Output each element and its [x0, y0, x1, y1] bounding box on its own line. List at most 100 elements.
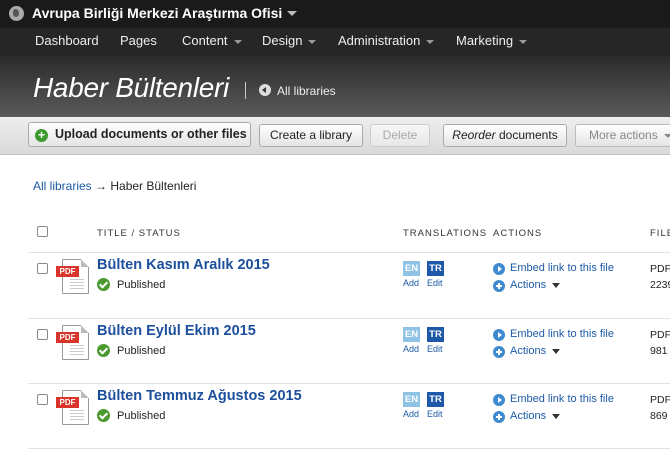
actions-label: Actions: [510, 279, 547, 291]
file-size: 869: [650, 410, 668, 422]
nav-administration[interactable]: Administration: [338, 33, 435, 48]
translation-add-link[interactable]: Add: [403, 344, 419, 354]
plus-circle-icon: [493, 411, 505, 423]
breadcrumb-separator: →: [91, 179, 111, 193]
file-type: PDF: [650, 394, 670, 406]
nav-content[interactable]: Content: [182, 33, 242, 48]
page-banner: Haber Bültenleri All libraries: [0, 56, 670, 117]
embed-link[interactable]: Embed link to this file: [510, 393, 614, 405]
pdf-badge: PDF: [56, 332, 79, 343]
file-type: PDF: [650, 263, 670, 275]
chevron-down-icon: [552, 282, 561, 288]
translation-edit-link[interactable]: Edit: [427, 278, 443, 288]
file-type: PDF: [650, 329, 670, 341]
file-lines: [70, 410, 84, 421]
table-row: PDF Bülten Eylül Ekim 2015 Published EN …: [0, 319, 670, 384]
select-all-checkbox[interactable]: [37, 226, 48, 237]
arrow-right-circle-icon: [493, 329, 505, 341]
status-label: Published: [117, 410, 166, 422]
nav-design[interactable]: Design: [262, 33, 317, 48]
pdf-file-icon: PDF: [56, 325, 89, 360]
embed-link[interactable]: Embed link to this file: [510, 328, 614, 340]
lang-en-badge[interactable]: EN: [403, 392, 420, 407]
more-actions-button[interactable]: More actions: [575, 124, 670, 147]
plus-circle-icon: [493, 280, 505, 292]
chevron-down-icon: [308, 39, 317, 44]
reorder-label-em: Reorder: [452, 128, 496, 142]
nav-pages[interactable]: Pages: [120, 33, 157, 48]
embed-link[interactable]: Embed link to this file: [510, 262, 614, 274]
actions-label: Actions: [510, 410, 547, 422]
arrow-right-circle-icon: [493, 263, 505, 275]
chevron-down-icon: [663, 133, 670, 138]
actions-menu[interactable]: Actions: [510, 279, 561, 291]
lang-tr-badge[interactable]: TR: [427, 327, 444, 342]
breadcrumb-root-link[interactable]: All libraries: [33, 179, 92, 193]
nav-label: Dashboard: [35, 33, 99, 48]
chevron-down-icon: [552, 413, 561, 419]
row-checkbox[interactable]: [37, 329, 48, 340]
chevron-down-icon: [552, 348, 561, 354]
nav-marketing[interactable]: Marketing: [456, 33, 528, 48]
plus-icon: +: [35, 129, 48, 142]
row-checkbox[interactable]: [37, 263, 48, 274]
pdf-file-icon: PDF: [56, 390, 89, 425]
table-row: PDF Bülten Temmuz Ağustos 2015 Published…: [0, 384, 670, 449]
title-divider: [245, 82, 246, 99]
lang-en-badge[interactable]: EN: [403, 327, 420, 342]
actions-menu[interactable]: Actions: [510, 345, 561, 357]
upload-button[interactable]: + Upload documents or other files: [28, 122, 251, 147]
actions-label: Actions: [510, 345, 547, 357]
file-size: 981: [650, 345, 668, 357]
delete-button[interactable]: Delete: [370, 124, 430, 147]
site-menu-caret-icon[interactable]: [287, 11, 297, 16]
pdf-file-icon: PDF: [56, 259, 89, 294]
lang-en-badge[interactable]: EN: [403, 261, 420, 276]
nav-label: Design: [262, 33, 303, 48]
document-title-link[interactable]: Bülten Kasım Aralık 2015: [97, 257, 270, 273]
actions-menu[interactable]: Actions: [510, 410, 561, 422]
reorder-documents-button[interactable]: Reorder documents: [443, 124, 567, 147]
file-size: 2239: [650, 279, 670, 291]
chevron-down-icon: [426, 39, 435, 44]
document-title-link[interactable]: Bülten Eylül Ekim 2015: [97, 323, 256, 339]
file-lines: [70, 279, 84, 290]
reorder-label-rest: documents: [495, 128, 558, 142]
status-label: Published: [117, 345, 166, 357]
table-row: PDF Bülten Kasım Aralık 2015 Published E…: [0, 253, 670, 318]
breadcrumb-current: Haber Bültenleri: [110, 179, 197, 193]
main-nav: Dashboard Pages Content Design Administr…: [0, 28, 670, 56]
status-label: Published: [117, 279, 166, 291]
nav-dashboard[interactable]: Dashboard: [35, 33, 99, 48]
pdf-badge: PDF: [56, 397, 79, 408]
column-header-title: TITLE / STATUS: [97, 228, 181, 239]
file-lines: [70, 345, 84, 356]
nav-label: Administration: [338, 33, 421, 48]
back-arrow-icon[interactable]: [259, 84, 271, 96]
globe-icon: [9, 6, 24, 21]
site-title[interactable]: Avrupa Birliği Merkezi Araştırma Ofisi: [32, 5, 282, 21]
document-title-link[interactable]: Bülten Temmuz Ağustos 2015: [97, 388, 302, 404]
chevron-down-icon: [233, 39, 242, 44]
nav-label: Marketing: [456, 33, 514, 48]
lang-tr-badge[interactable]: TR: [427, 261, 444, 276]
site-header: Avrupa Birliği Merkezi Araştırma Ofisi: [0, 0, 670, 28]
row-checkbox[interactable]: [37, 394, 48, 405]
nav-label: Pages: [120, 33, 157, 48]
upload-button-label: Upload documents or other files: [55, 127, 247, 141]
check-circle-icon: [97, 344, 110, 357]
chevron-down-icon: [519, 39, 528, 44]
lang-tr-badge[interactable]: TR: [427, 392, 444, 407]
toolbar: + Upload documents or other files Create…: [0, 117, 670, 155]
nav-label: Content: [182, 33, 228, 48]
breadcrumb: All libraries → Haber Bültenleri: [33, 179, 196, 193]
translation-add-link[interactable]: Add: [403, 409, 419, 419]
create-library-button[interactable]: Create a library: [259, 124, 363, 147]
column-header-translations: TRANSLATIONS: [403, 228, 488, 239]
translation-add-link[interactable]: Add: [403, 278, 419, 288]
all-libraries-link[interactable]: All libraries: [277, 84, 336, 98]
translation-edit-link[interactable]: Edit: [427, 409, 443, 419]
translation-edit-link[interactable]: Edit: [427, 344, 443, 354]
page-title: Haber Bültenleri: [33, 72, 229, 103]
column-header-file: FILE: [650, 228, 670, 239]
